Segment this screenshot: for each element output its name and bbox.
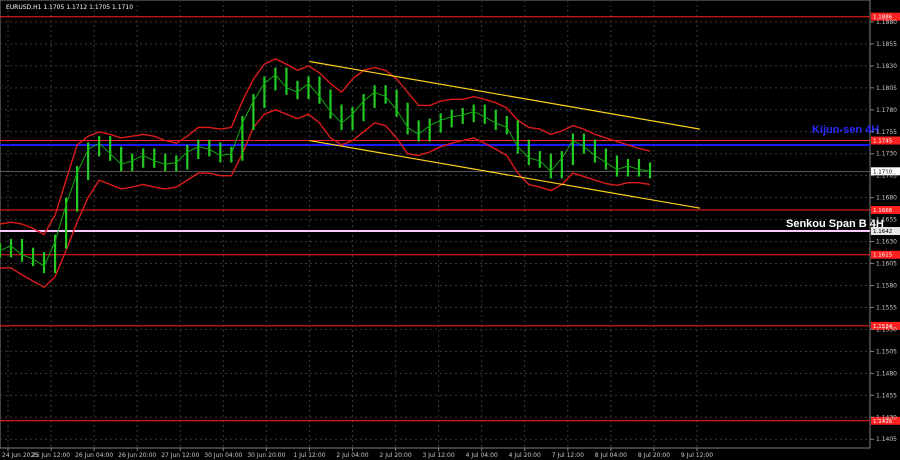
x-tick-label: 9 Jul 12:00 — [681, 452, 713, 459]
y-tick-label: 1.1680 — [876, 195, 897, 202]
y-tick-label: 1.1605 — [876, 261, 897, 268]
x-tick-label: 30 Jun 04:00 — [204, 452, 242, 459]
x-tick-label: 30 Jun 20:00 — [247, 452, 285, 459]
price-chart: 1.18861.17451.16661.16151.15341.14261.16… — [0, 0, 900, 459]
y-tick-label: 1.1780 — [876, 107, 897, 114]
level-tag-text: 1.1615 — [873, 253, 893, 259]
chart-root: 1.1886 1.1745 1.1666 1.1615 1.1534 1.1426 1.16… — [0, 0, 900, 460]
x-tick-label: 8 Jul 20:00 — [638, 452, 670, 459]
x-tick-label: 25 Jun 12:00 — [32, 452, 70, 459]
y-tick-label: 1.1830 — [876, 63, 897, 70]
y-tick-label: 1.1755 — [876, 129, 897, 136]
x-tick-label: 8 Jul 04:00 — [595, 452, 627, 459]
x-tick-label: 2 Jul 04:00 — [336, 452, 368, 459]
y-tick-label: 1.1705 — [876, 173, 897, 180]
y-tick-label: 1.1730 — [876, 151, 897, 158]
senkou-label: Senkou Span B 4H — [786, 218, 884, 230]
x-tick-label: 4 Jul 04:00 — [466, 452, 498, 459]
y-tick-label: 1.1630 — [876, 239, 897, 246]
y-tick-label: 1.1805 — [876, 85, 897, 92]
y-tick-label: 1.1555 — [876, 304, 897, 311]
x-tick-label: 27 Jun 12:00 — [161, 452, 199, 459]
y-tick-label: 1.1655 — [876, 217, 897, 224]
y-tick-label: 1.1580 — [876, 282, 897, 289]
kijun-label: Kijun-sen 4H — [812, 124, 879, 136]
x-axis: 24 Jun 202525 Jun 12:00 26 Jun 04:00 26 Ju… — [2, 448, 713, 459]
y-tick-label: 1.1855 — [876, 41, 897, 48]
y-tick-label: 1.1430 — [876, 414, 897, 421]
x-tick-label: 4 Jul 20:00 — [509, 452, 541, 459]
x-tick-label: 2 Jul 20:00 — [379, 452, 411, 459]
x-tick-label: 1 Jul 12:00 — [293, 452, 325, 459]
y-tick-label: 1.1480 — [876, 370, 897, 377]
level-tag-text: 1.1666 — [873, 208, 893, 214]
level-tag-text: 1.1745 — [873, 139, 893, 145]
y-tick-label: 1.1405 — [876, 436, 897, 443]
y-tick-label: 1.1455 — [876, 392, 897, 399]
x-tick-label: 7 Jul 12:00 — [552, 452, 584, 459]
x-tick-label: 3 Jul 12:00 — [423, 452, 455, 459]
y-tick-label: 1.1530 — [876, 326, 897, 333]
y-tick-label: 1.1880 — [876, 19, 897, 26]
plot-area — [0, 0, 871, 449]
x-tick-label: 26 Jun 20:00 — [118, 452, 156, 459]
y-tick-label: 1.1505 — [876, 348, 897, 355]
x-tick-label: 26 Jun 04:00 — [75, 452, 113, 459]
symbol-header: EURUSD,H1 1.1705 1.1712 1.1705 1.1710 — [6, 4, 133, 11]
